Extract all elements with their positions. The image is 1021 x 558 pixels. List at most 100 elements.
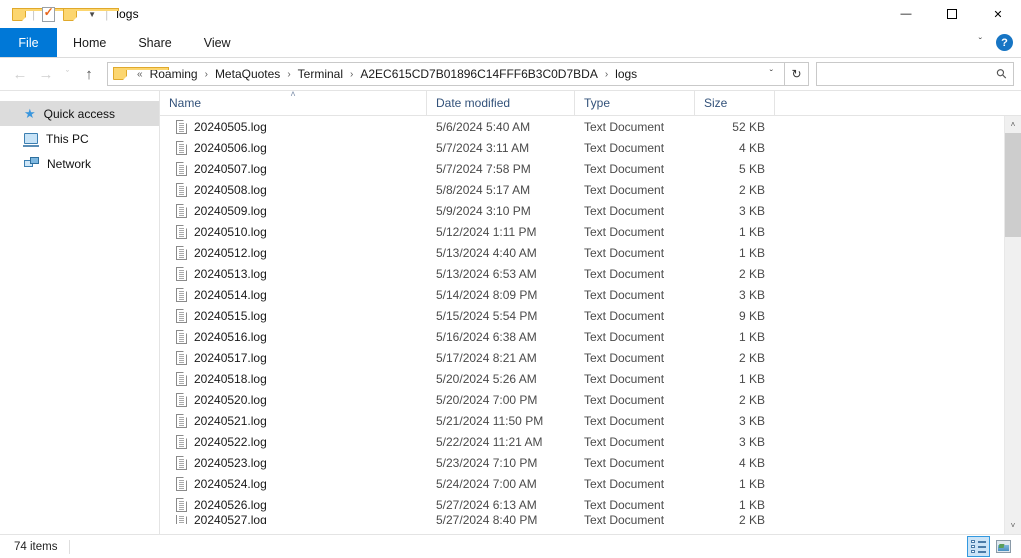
breadcrumb-item-logs[interactable]: logs [612,67,640,81]
file-size-cell: 1 KB [738,329,765,344]
status-divider [69,539,71,554]
table-row[interactable]: 20240524.log 5/24/2024 7:00 AM Text Docume… [160,473,1021,494]
tab-file[interactable]: File [0,28,57,57]
file-name-cell: 20240512.log [160,245,427,260]
file-size-cell: 2 KB [738,182,765,197]
tab-view[interactable]: View [188,28,247,57]
file-name-cell: 20240508.log [160,182,427,197]
file-name-label: 20240513.log [194,266,267,281]
breadcrumb-item-metaquotes[interactable]: MetaQuotes [212,67,283,81]
file-name-label: 20240514.log [194,287,267,302]
breadcrumb-separator-icon[interactable]: › [283,69,294,80]
tab-home[interactable]: Home [57,28,122,57]
text-document-icon [176,224,187,239]
breadcrumb[interactable]: « Roaming › MetaQuotes › Terminal › A2EC… [107,62,785,86]
column-header-date-modified[interactable]: Date modified [427,91,575,115]
details-view-button[interactable] [967,536,990,557]
table-row[interactable]: 20240522.log 5/22/2024 11:21 AM Text Docum… [160,431,1021,452]
table-row[interactable]: 20240518.log 5/20/2024 5:26 AM Text Docume… [160,368,1021,389]
text-document-icon [176,119,187,134]
large-icons-view-icon [996,540,1011,553]
table-row[interactable]: 20240527.log 5/27/2024 8:40 PM Text Docume… [160,515,1021,524]
breadcrumb-dropdown-icon[interactable]: ˇ [764,69,779,80]
table-row[interactable]: 20240510.log 5/12/2024 1:11 PM Text Docume… [160,221,1021,242]
scroll-up-button[interactable]: ˄ [1005,116,1021,133]
search-input[interactable] [823,67,998,81]
column-header-type[interactable]: Type [575,91,695,115]
ribbon-right-controls: ˇ ? [975,28,1021,57]
breadcrumb-separator-icon[interactable]: › [201,69,212,80]
table-row[interactable]: 20240523.log 5/23/2024 7:10 PM Text Docume… [160,452,1021,473]
sidebar-item-label: Quick access [43,106,116,121]
text-document-icon [176,476,187,491]
table-row[interactable]: 20240516.log 5/16/2024 6:38 AM Text Docume… [160,326,1021,347]
table-row[interactable]: 20240517.log 5/17/2024 8:21 AM Text Docume… [160,347,1021,368]
file-type-cell: Text Document [584,515,665,524]
sidebar-item-network[interactable]: Network [0,151,159,176]
file-size-cell: 2 KB [738,515,765,524]
file-name-cell: 20240516.log [160,329,427,344]
file-type-cell: Text Document [584,392,665,407]
item-count-label: 74 items [14,540,58,553]
properties-icon[interactable] [37,3,59,25]
file-list[interactable]: 20240505.log 5/6/2024 5:40 AM Text Documen… [160,116,1021,534]
view-toggle-group [967,536,1021,557]
column-headers: ˄ Name Date modified Type Size [160,90,1021,116]
vertical-scrollbar[interactable]: ˄ ˅ [1004,116,1021,534]
up-button[interactable]: ↑ [76,61,102,87]
file-name-label: 20240506.log [194,140,267,155]
file-type-cell: Text Document [584,497,665,512]
back-button[interactable]: ← [7,61,33,87]
column-label: Size [704,96,728,110]
column-header-size[interactable]: Size [695,91,775,115]
tab-share[interactable]: Share [122,28,187,57]
table-row[interactable]: 20240513.log 5/13/2024 6:53 AM Text Docume… [160,263,1021,284]
table-row[interactable]: 20240512.log 5/13/2024 4:40 AM Text Docume… [160,242,1021,263]
file-date-cell: 5/7/2024 7:58 PM [436,161,531,176]
table-row[interactable]: 20240505.log 5/6/2024 5:40 AM Text Documen… [160,116,1021,137]
file-date-cell: 5/13/2024 4:40 AM [436,245,537,260]
table-row[interactable]: 20240521.log 5/21/2024 11:50 PM Text Docum… [160,410,1021,431]
breadcrumb-overflow-icon[interactable]: « [133,69,147,80]
file-date-cell: 5/8/2024 5:17 AM [436,182,531,197]
breadcrumb-separator-icon[interactable]: › [601,69,612,80]
breadcrumb-separator-icon[interactable]: › [346,69,357,80]
file-date-cell: 5/15/2024 5:54 PM [436,308,538,323]
recent-locations-icon[interactable]: ˇ [59,61,76,87]
text-document-icon [176,308,187,323]
table-row[interactable]: 20240508.log 5/8/2024 5:17 AM Text Documen… [160,179,1021,200]
scroll-down-button[interactable]: ˅ [1005,517,1021,534]
column-label: Name [169,96,202,110]
minimize-button[interactable]: — [883,0,929,28]
chevron-down-icon[interactable]: ▼ [81,3,103,25]
large-icons-view-button[interactable] [992,536,1015,557]
table-row[interactable]: 20240506.log 5/7/2024 3:11 AM Text Documen… [160,137,1021,158]
forward-button[interactable]: → [33,61,59,87]
folder-icon[interactable] [8,3,68,25]
chevron-down-icon[interactable]: ˇ [975,37,986,48]
breadcrumb-item-terminal[interactable]: Terminal [295,67,346,81]
table-row[interactable]: 20240507.log 5/7/2024 7:58 PM Text Documen… [160,158,1021,179]
table-row[interactable]: 20240509.log 5/9/2024 3:10 PM Text Documen… [160,200,1021,221]
help-icon[interactable]: ? [996,34,1013,51]
sidebar-item-this-pc[interactable]: This PC [0,126,159,151]
file-type-cell: Text Document [584,455,665,470]
breadcrumb-item-instance-id[interactable]: A2EC615CD7B01896C14FFF6B3C0D7BDA [357,67,600,81]
close-button[interactable]: ✕ [975,0,1021,28]
file-type-cell: Text Document [584,350,665,365]
file-name-cell: 20240506.log [160,140,427,155]
table-row[interactable]: 20240526.log 5/27/2024 6:13 AM Text Docume… [160,494,1021,515]
scrollbar-thumb[interactable] [1005,133,1021,237]
sidebar-item-quick-access[interactable]: ★ Quick access [0,101,159,126]
table-row[interactable]: 20240514.log 5/14/2024 8:09 PM Text Docume… [160,284,1021,305]
file-size-cell: 3 KB [738,287,765,302]
new-folder-icon[interactable] [59,3,119,25]
table-row[interactable]: 20240520.log 5/20/2024 7:00 PM Text Docume… [160,389,1021,410]
column-header-name[interactable]: ˄ Name [160,90,427,115]
maximize-button[interactable] [929,0,975,28]
file-size-cell: 5 KB [738,161,765,176]
search-box[interactable]: ⚲ [816,62,1014,86]
file-size-cell: 1 KB [738,497,765,512]
refresh-button[interactable]: ↻ [785,62,809,86]
table-row[interactable]: 20240515.log 5/15/2024 5:54 PM Text Docume… [160,305,1021,326]
